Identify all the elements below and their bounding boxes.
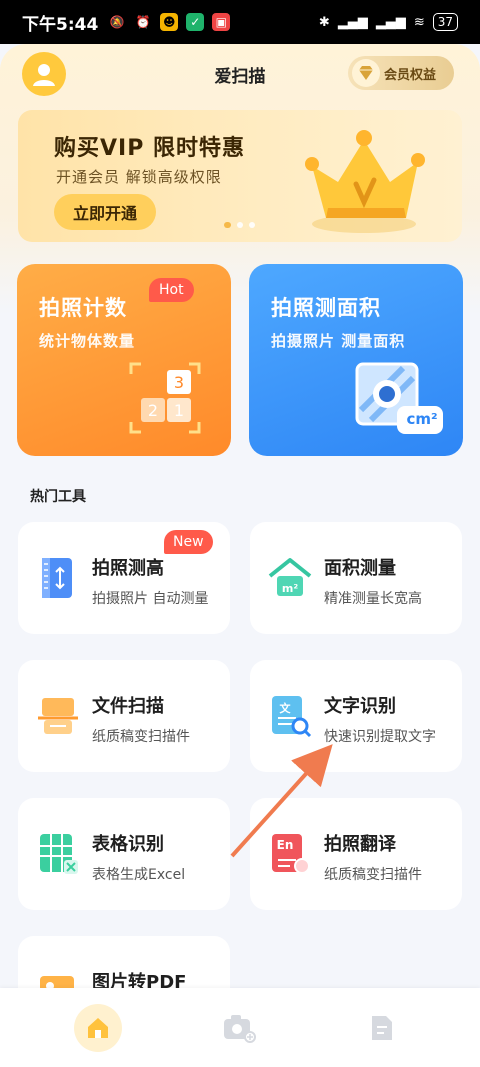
cm2-unit-label: cm² — [406, 410, 438, 428]
mute-bell-icon: 🔕 — [109, 15, 125, 29]
tool-desc: 纸质稿变扫描件 — [324, 867, 422, 883]
photo-area-subtitle: 拍摄照片 测量面积 — [271, 332, 406, 350]
battery-indicator: 37 — [432, 13, 458, 31]
tool-desc: 表格生成Excel — [92, 867, 186, 883]
wifi-icon: ≋ — [413, 14, 425, 30]
signal-icon-2: ▂▄▆ — [375, 14, 406, 30]
pagination-dot — [249, 222, 255, 228]
tool-name: 拍照测高 — [92, 558, 164, 579]
hot-badge: Hot — [149, 278, 194, 302]
photo-count-title: 拍照计数 — [39, 296, 127, 320]
home-icon — [88, 1018, 108, 1038]
tool-desc: 快速识别提取文字 — [324, 729, 436, 745]
tool-photo-translate[interactable]: En 拍照翻译 纸质稿变扫描件 — [250, 798, 462, 910]
photo-count-card[interactable]: 拍照计数 Hot 统计物体数量 3 2 1 — [17, 264, 231, 456]
tool-name: 文字识别 — [324, 696, 396, 717]
signal-icon: ▂▄▆ — [337, 14, 368, 30]
svg-text:1: 1 — [174, 401, 184, 420]
crown-icon — [305, 130, 425, 233]
section-title-hot-tools: 热门工具 — [30, 489, 86, 505]
pagination-dot — [237, 222, 243, 228]
tool-text-ocr[interactable]: 文 文字识别 快速识别提取文字 — [250, 660, 462, 772]
alarm-icon: ⏰ — [135, 15, 151, 29]
vip-benefits-label: 会员权益 — [384, 67, 437, 83]
tool-name: 面积测量 — [324, 558, 396, 579]
translate-icon-text: En — [276, 838, 294, 852]
banner-subtitle: 开通会员 解锁高级权限 — [56, 168, 222, 186]
bottom-nav — [0, 988, 480, 1067]
tool-name: 文件扫描 — [92, 696, 164, 717]
file-scan-icon — [38, 698, 78, 734]
camera-icon — [224, 1015, 256, 1043]
area-measure-icon — [355, 362, 443, 434]
tool-area-measure[interactable]: m² 面积测量 精准测量长宽高 — [250, 522, 462, 634]
nav-camera[interactable] — [215, 1004, 263, 1052]
app-notification-icon-2: ▣ — [212, 13, 231, 31]
app-notification-icon: ☻ — [160, 13, 179, 31]
text-ocr-icon-text: 文 — [279, 702, 291, 715]
vip-benefits-button[interactable]: 会员权益 — [348, 56, 454, 90]
tool-desc: 拍摄照片 自动测量 — [92, 591, 209, 607]
count-blocks-icon: 3 2 1 — [129, 362, 201, 434]
tool-file-scan[interactable]: 文件扫描 纸质稿变扫描件 — [18, 660, 230, 772]
document-icon — [372, 1016, 392, 1040]
tool-desc: 精准测量长宽高 — [324, 591, 422, 607]
pagination-dot-active — [224, 222, 231, 228]
status-time: 下午5:44 — [22, 14, 99, 35]
photo-area-card[interactable]: 拍照测面积 拍摄照片 测量面积 cm² — [249, 264, 463, 456]
photo-area-title: 拍照测面积 — [271, 296, 381, 320]
tool-name: 拍照翻译 — [324, 834, 396, 855]
table-excel-icon — [40, 834, 78, 874]
tool-table-recognition[interactable]: 表格识别 表格生成Excel — [18, 798, 230, 910]
svg-text:2: 2 — [148, 401, 158, 420]
svg-text:3: 3 — [174, 373, 184, 392]
tool-name: 表格识别 — [92, 834, 164, 855]
activate-now-button[interactable]: 立即开通 — [54, 194, 156, 230]
photo-count-subtitle: 统计物体数量 — [39, 332, 136, 350]
vip-promo-banner[interactable]: 购买VIP 限时特惠 开通会员 解锁高级权限 立即开通 — [18, 110, 462, 242]
shield-notification-icon: ✓ — [186, 13, 205, 31]
tool-desc: 纸质稿变扫描件 — [92, 729, 190, 745]
top-bar: 爱扫描 会员权益 — [0, 44, 480, 104]
nav-home[interactable] — [74, 1004, 122, 1052]
status-bar: 下午5:44 🔕 ⏰ ☻ ✓ ▣ ✱ ▂▄▆ ▂▄▆ ≋ 37 — [0, 0, 480, 44]
app-screen: 爱扫描 会员权益 购买VIP 限时特惠 开通会员 解锁高级权限 立即开通 拍照计… — [0, 44, 480, 1067]
ruler-icon — [42, 558, 72, 598]
bluetooth-icon: ✱ — [318, 14, 330, 30]
nav-documents[interactable] — [358, 1004, 406, 1052]
tool-photo-height[interactable]: 拍照测高 拍摄照片 自动测量 New — [18, 522, 230, 634]
house-area-icon-text: m² — [281, 582, 299, 595]
banner-title: 购买VIP 限时特惠 — [54, 136, 245, 161]
diamond-icon — [352, 59, 380, 87]
banner-pagination — [224, 222, 255, 228]
new-badge: New — [164, 530, 213, 554]
